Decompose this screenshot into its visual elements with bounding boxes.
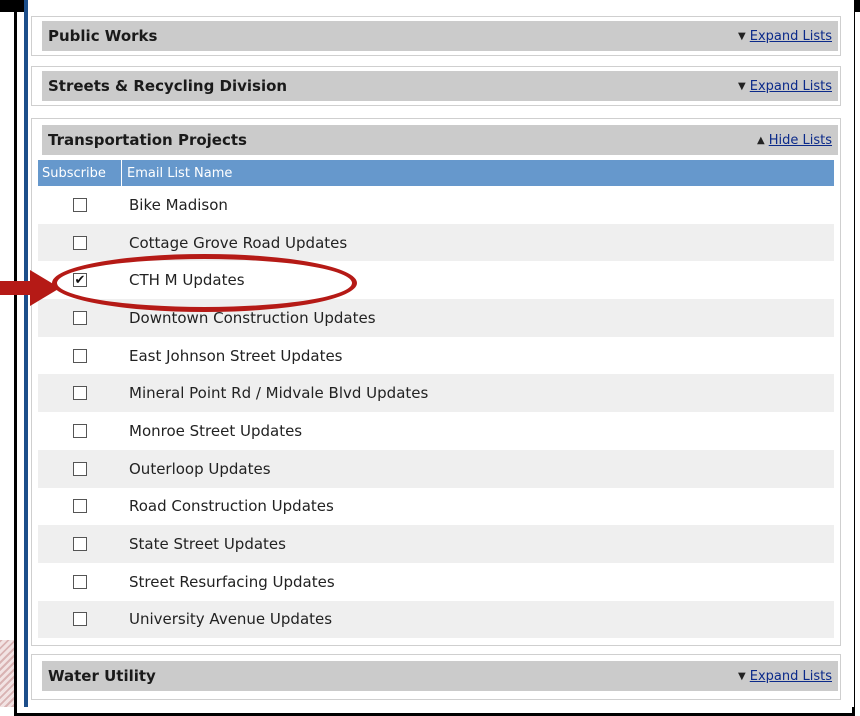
subscribe-checkbox[interactable] xyxy=(73,499,87,514)
expand-lists-link[interactable]: Expand Lists xyxy=(750,79,832,94)
email-list-name: East Johnson Street Updates xyxy=(129,346,343,365)
section-header: Water Utility ▼ Expand Lists xyxy=(42,661,838,691)
section-water-utility: Water Utility ▼ Expand Lists xyxy=(31,654,841,700)
section-title: Water Utility xyxy=(48,667,156,685)
subscribe-checkbox[interactable] xyxy=(73,461,87,476)
subscribe-checkbox[interactable] xyxy=(73,386,87,401)
subscribe-checkbox[interactable] xyxy=(73,348,87,363)
section-title: Transportation Projects xyxy=(48,131,247,149)
subscribe-cell xyxy=(38,612,122,627)
table-row: Street Resurfacing Updates xyxy=(38,563,834,601)
hide-lists-link[interactable]: Hide Lists xyxy=(769,133,832,148)
table-row: Mineral Point Rd / Midvale Blvd Updates xyxy=(38,374,834,413)
section-header: Transportation Projects ▲ Hide Lists xyxy=(42,125,838,155)
section-public-works: Public Works ▼ Expand Lists xyxy=(31,16,841,56)
email-list-table: Subscribe Email List Name Bike Madison Co… xyxy=(38,160,834,639)
email-list-name: Bike Madison xyxy=(129,195,228,214)
subscribe-checkbox[interactable] xyxy=(73,310,87,325)
checkmark-icon: ✔ xyxy=(74,272,86,288)
triangle-down-icon: ▼ xyxy=(738,670,746,682)
subscribe-checkbox[interactable]: ✔ xyxy=(73,272,87,288)
email-list-name: Downtown Construction Updates xyxy=(129,308,376,327)
table-row: Outerloop Updates xyxy=(38,449,834,488)
subscribe-cell xyxy=(38,461,122,476)
subscribe-cell xyxy=(38,499,122,514)
email-list-name: State Street Updates xyxy=(129,535,286,554)
email-list-name: Cottage Grove Road Updates xyxy=(129,233,348,252)
email-list-name: Mineral Point Rd / Midvale Blvd Updates xyxy=(129,384,429,403)
table-row: Road Construction Updates xyxy=(38,488,834,526)
email-list-name: Street Resurfacing Updates xyxy=(129,572,335,591)
expand-lists-link[interactable]: Expand Lists xyxy=(750,669,832,684)
table-row: Cottage Grove Road Updates xyxy=(38,223,834,262)
subscribe-cell xyxy=(38,235,122,250)
subscribe-cell xyxy=(38,310,122,325)
column-header-subscribe: Subscribe xyxy=(38,160,122,186)
email-list-name: Outerloop Updates xyxy=(129,459,271,478)
column-header-email-list-name: Email List Name xyxy=(127,165,233,181)
email-list-name: CTH M Updates xyxy=(129,271,245,290)
subscribe-cell xyxy=(38,537,122,552)
section-title: Streets & Recycling Division xyxy=(48,77,288,95)
hide-lists-action: ▲ Hide Lists xyxy=(757,133,832,148)
table-body: Bike Madison Cottage Grove Road Updates ✔ C… xyxy=(38,186,834,639)
section-header: Streets & Recycling Division ▼ Expand Li… xyxy=(42,71,838,101)
triangle-down-icon: ▼ xyxy=(738,80,746,92)
table-row: Downtown Construction Updates xyxy=(38,299,834,337)
subscribe-cell xyxy=(38,386,122,401)
expand-lists-action: ▼ Expand Lists xyxy=(738,79,832,94)
subscribe-checkbox[interactable] xyxy=(73,537,87,552)
section-streets-recycling: Streets & Recycling Division ▼ Expand Li… xyxy=(31,66,841,106)
subscription-panel: Public Works ▼ Expand Lists Streets & Re… xyxy=(24,0,854,707)
email-list-name: Road Construction Updates xyxy=(129,497,334,516)
subscribe-checkbox[interactable] xyxy=(73,612,87,627)
email-list-name: Monroe Street Updates xyxy=(129,421,303,440)
expand-lists-link[interactable]: Expand Lists xyxy=(750,29,832,44)
table-row: East Johnson Street Updates xyxy=(38,337,834,375)
subscribe-checkbox[interactable] xyxy=(73,423,87,438)
subscribe-checkbox[interactable] xyxy=(73,197,87,212)
subscribe-cell: ✔ xyxy=(38,272,122,288)
subscribe-checkbox[interactable] xyxy=(73,574,87,589)
subscribe-checkbox[interactable] xyxy=(73,235,87,250)
subscribe-cell xyxy=(38,423,122,438)
table-header: Subscribe Email List Name xyxy=(38,160,834,186)
expand-lists-action: ▼ Expand Lists xyxy=(738,669,832,684)
section-title: Public Works xyxy=(48,27,158,45)
table-row: State Street Updates xyxy=(38,525,834,563)
subscribe-cell xyxy=(38,574,122,589)
expand-lists-action: ▼ Expand Lists xyxy=(738,29,832,44)
decorative-hatch xyxy=(0,640,14,707)
table-row: ✔ CTH M Updates xyxy=(38,261,834,299)
triangle-up-icon: ▲ xyxy=(757,134,765,146)
triangle-down-icon: ▼ xyxy=(738,30,746,42)
table-row: Bike Madison xyxy=(38,186,834,224)
subscribe-cell xyxy=(38,348,122,363)
table-row: University Avenue Updates xyxy=(38,600,834,639)
subscribe-cell xyxy=(38,197,122,212)
table-row: Monroe Street Updates xyxy=(38,412,834,450)
section-header: Public Works ▼ Expand Lists xyxy=(42,21,838,51)
left-edge xyxy=(0,0,14,707)
email-list-name: University Avenue Updates xyxy=(129,610,333,629)
